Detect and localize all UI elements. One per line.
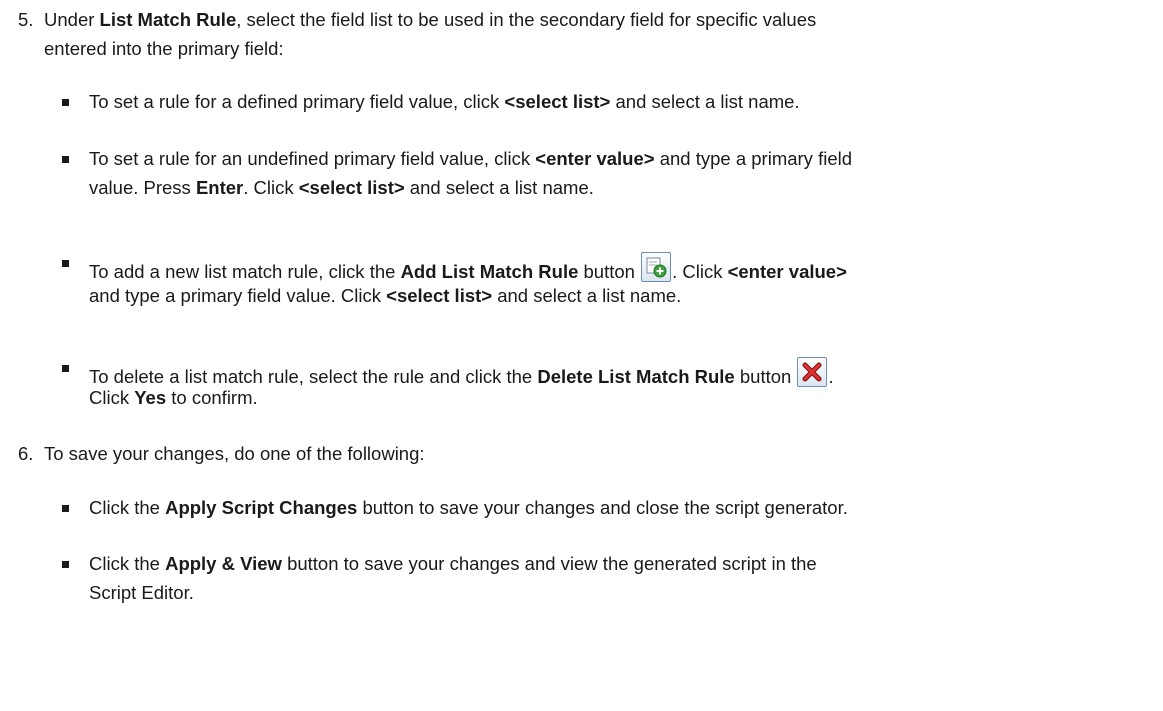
- bullet-marker: [62, 156, 69, 163]
- bullet-text: Click the Apply & View button to save yo…: [89, 553, 817, 574]
- bullet-marker: [62, 505, 69, 512]
- bullet-text: To delete a list match rule, select the …: [89, 357, 834, 388]
- bullet-text: Click Yes to confirm.: [89, 387, 258, 408]
- step-number: 5.: [18, 9, 34, 30]
- bullet-text: To set a rule for an undefined primary f…: [89, 148, 853, 169]
- bullet-text: value. Press Enter. Click <select list> …: [89, 177, 594, 198]
- bullet-text: Click the Apply Script Changes button to…: [89, 497, 848, 518]
- bullet-text: and type a primary field value. Click <s…: [89, 285, 682, 306]
- bullet-marker: [62, 260, 69, 267]
- add-list-match-rule-icon: [641, 252, 672, 282]
- step-6-text-line-1: To save your changes, do one of the foll…: [44, 443, 425, 464]
- bullet-marker: [62, 561, 69, 568]
- step-5-text-line-2: entered into the primary field:: [44, 38, 284, 59]
- step-number: 6.: [18, 443, 34, 464]
- help-document: 5. Under List Match Rule, select the fie…: [0, 0, 1163, 711]
- bullet-marker: [62, 365, 69, 372]
- bullet-text: To set a rule for a defined primary fiel…: [89, 91, 800, 112]
- step-5-text-line-1: Under List Match Rule, select the field …: [44, 9, 817, 30]
- delete-list-match-rule-icon: [797, 357, 828, 387]
- bullet-text: Script Editor.: [89, 582, 194, 603]
- bullet-marker: [62, 99, 69, 106]
- bullet-text: To add a new list match rule, click the …: [89, 252, 847, 283]
